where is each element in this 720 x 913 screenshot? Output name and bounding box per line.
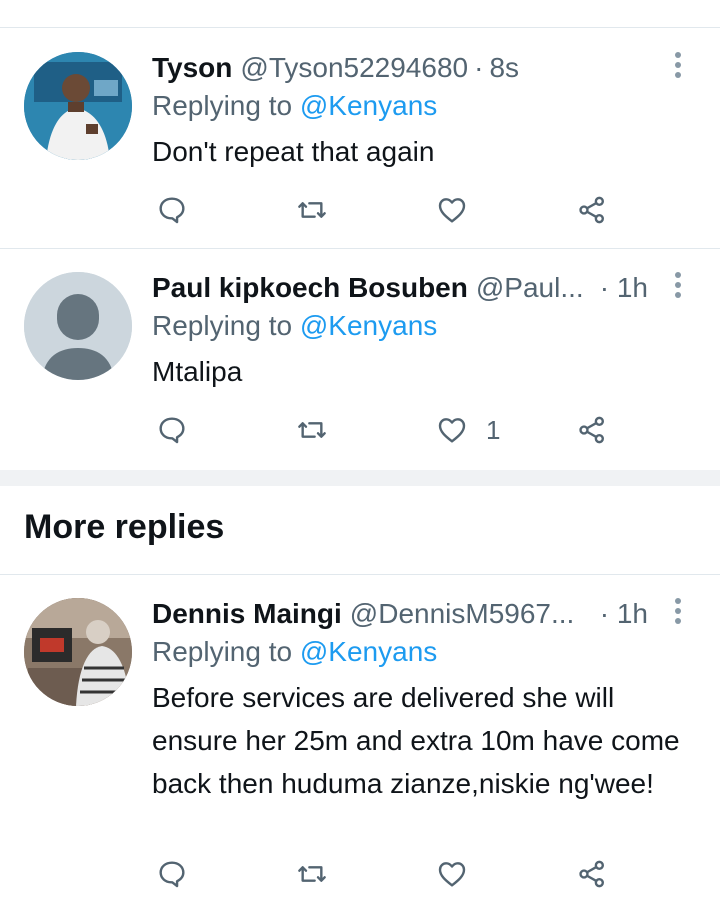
timestamp[interactable]: · 1h <box>600 268 648 308</box>
like-count: 1 <box>486 414 501 445</box>
more-options-icon[interactable] <box>672 598 684 630</box>
retweet-icon <box>298 202 326 218</box>
author-handle[interactable]: @Tyson52294680 <box>240 52 468 84</box>
replying-to: Replying to @Kenyans <box>152 90 437 122</box>
share-icon <box>579 416 604 444</box>
like-button[interactable]: 1 <box>436 410 500 450</box>
replying-prefix: Replying to <box>152 90 300 121</box>
reply-icon <box>159 197 185 224</box>
action-bar <box>152 190 632 230</box>
like-button[interactable] <box>436 190 486 230</box>
retweet-icon <box>298 866 326 882</box>
top-divider <box>0 27 720 28</box>
avatar[interactable] <box>24 52 132 160</box>
default-avatar-icon <box>24 272 132 380</box>
tweet-tyson[interactable]: Tyson @Tyson52294680 · 8s Replying to @K… <box>0 48 720 248</box>
author-handle[interactable]: @DennisM5967... <box>350 598 575 630</box>
timestamp[interactable]: 8s <box>489 52 519 84</box>
author-handle[interactable]: @Paul... <box>476 272 584 304</box>
replying-prefix: Replying to <box>152 636 300 667</box>
section-divider <box>0 574 720 575</box>
retweet-icon <box>298 422 326 438</box>
author-name[interactable]: Tyson <box>152 52 232 84</box>
tweet-divider <box>0 248 720 249</box>
tweet-paul[interactable]: Paul kipkoech Bosuben @Paul... · 1h Repl… <box>0 268 720 468</box>
retweet-button[interactable] <box>296 410 328 450</box>
share-button[interactable] <box>576 410 608 450</box>
reply-icon <box>159 417 185 444</box>
replying-to: Replying to @Kenyans <box>152 310 437 342</box>
tweet-text: Don't repeat that again <box>152 136 435 167</box>
avatar-photo <box>24 598 132 706</box>
heart-icon <box>438 198 466 223</box>
replying-to-link[interactable]: @Kenyans <box>300 310 437 341</box>
heart-icon <box>438 862 466 887</box>
tweet-text: Before services are delivered she will e… <box>152 682 680 799</box>
retweet-button[interactable] <box>296 190 328 230</box>
more-options-icon[interactable] <box>672 272 684 304</box>
avatar[interactable] <box>24 272 132 380</box>
share-icon <box>579 196 604 224</box>
action-bar: 1 <box>152 410 632 450</box>
avatar-photo <box>24 52 132 160</box>
heart-icon <box>438 418 466 443</box>
tweet-text: Mtalipa <box>152 356 243 387</box>
action-bar <box>152 854 632 894</box>
tweet-dennis[interactable]: Dennis Maingi @DennisM5967... · 1h Reply… <box>0 594 720 913</box>
replying-to: Replying to @Kenyans <box>152 636 437 668</box>
replying-to-link[interactable]: @Kenyans <box>300 90 437 121</box>
dot-separator: · <box>474 52 484 83</box>
reply-button[interactable] <box>156 854 188 894</box>
replying-prefix: Replying to <box>152 310 300 341</box>
avatar[interactable] <box>24 598 132 706</box>
section-separator <box>0 470 720 486</box>
share-button[interactable] <box>576 854 608 894</box>
replying-to-link[interactable]: @Kenyans <box>300 636 437 667</box>
timestamp[interactable]: · 1h <box>600 594 648 634</box>
share-icon <box>579 860 604 888</box>
reply-icon <box>159 861 185 888</box>
reply-button[interactable] <box>156 410 188 450</box>
author-name[interactable]: Paul kipkoech Bosuben <box>152 272 468 304</box>
more-options-icon[interactable] <box>672 52 684 84</box>
reply-button[interactable] <box>156 190 188 230</box>
more-replies-heading: More replies <box>24 508 225 546</box>
author-name[interactable]: Dennis Maingi <box>152 598 342 630</box>
share-button[interactable] <box>576 190 608 230</box>
retweet-button[interactable] <box>296 854 328 894</box>
like-button[interactable] <box>436 854 486 894</box>
